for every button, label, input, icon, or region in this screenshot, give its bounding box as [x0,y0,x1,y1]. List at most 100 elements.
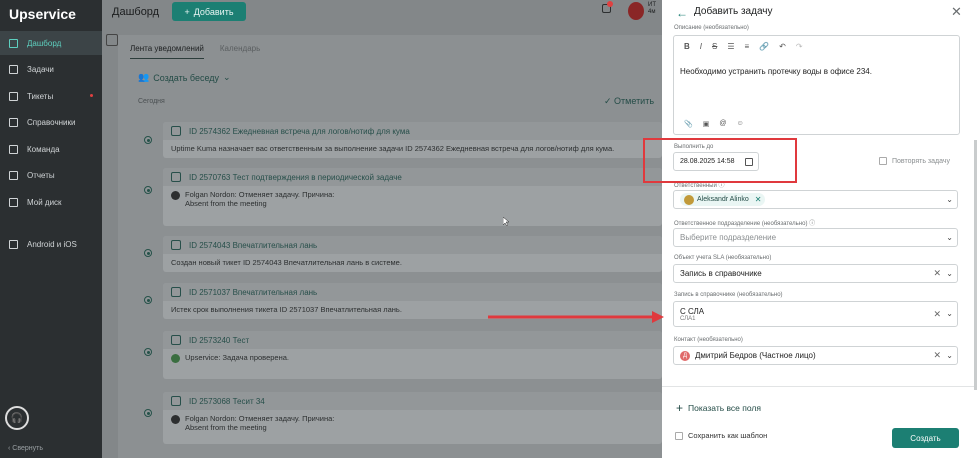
emoji-icon[interactable]: ☺ [736,120,743,128]
save-template-checkbox[interactable]: Сохранить как шаблон [675,431,767,440]
ticket-icon [171,240,181,250]
clear-icon[interactable]: ✕ [933,309,941,320]
task-icon [171,126,181,136]
italic-icon[interactable]: I [700,42,702,51]
show-all-fields-button[interactable]: + Показать все поля [676,401,761,415]
record-select[interactable]: С СЛА СЛА1 ✕ ⌄ [673,301,958,327]
team-icon [9,144,18,154]
card-title[interactable]: ID 2574362 Ежедневная встреча для логов/… [189,127,410,136]
chevron-down-icon: ⌄ [946,233,953,242]
back-arrow-icon[interactable]: ← [676,6,688,20]
topbar-right: ИТ 4м [598,0,662,22]
contact-select[interactable]: Д Дмитрий Бедров (Частное лицо) ✕ ⌄ [673,346,958,365]
tickets-icon [9,91,18,101]
sla-select[interactable]: Запись в справочнике ✕ ⌄ [673,264,958,283]
chevron-down-icon: ⌄ [946,195,953,204]
create-chat-button[interactable]: 👥 Создать беседу ⌄ [138,72,231,83]
description-text[interactable]: Необходимо устранить протечку воды в офи… [680,67,872,76]
chevron-down-icon: ⌄ [223,72,231,82]
checkbox[interactable] [879,157,887,165]
notification-badge [607,1,613,7]
sidebar-item-team[interactable]: Команда [0,137,102,161]
read-toggle-radio[interactable] [144,249,152,257]
feed-tabs: Лента уведомлений Календарь [130,44,260,59]
mark-read-button[interactable]: ✓ Отметить [604,96,654,107]
task-icon [171,335,181,345]
mobile-icon [9,239,18,249]
sidebar-item-directory[interactable]: Справочники [0,110,102,134]
reports-icon [9,170,18,180]
record-label: Запись в справочнике (необязательно) [674,292,783,298]
notification-card[interactable]: ID 2570763 Тест подтверждения в периодич… [163,168,662,226]
team-avatar[interactable] [628,2,644,20]
read-toggle-radio[interactable] [144,348,152,356]
close-icon[interactable]: ✕ [951,4,962,20]
user-label: ИТ 4м [648,2,656,15]
read-toggle-radio[interactable] [144,296,152,304]
clear-icon[interactable]: ✕ [933,350,941,361]
description-label: Описание (необязательно) [674,25,749,31]
department-select[interactable]: Выберите подразделение ⌄ [673,228,958,247]
assignee-chip[interactable]: Aleksandr Alinko ✕ [680,193,766,206]
image-icon[interactable]: ▣ [703,120,710,128]
card-title[interactable]: ID 2573240 Тест [189,336,249,345]
notification-card[interactable]: ID 2574362 Ежедневная встреча для логов/… [163,122,662,158]
bullet-list-icon[interactable]: ☰ [727,42,734,51]
create-button[interactable]: Создать [892,428,959,448]
undo-icon[interactable]: ↶ [779,42,786,51]
attach-icon[interactable]: 📎 [684,120,693,128]
annotation-highlight-box [643,138,797,183]
avatar: Д [680,350,690,361]
card-title[interactable]: ID 2574043 Впечатлительная лань [189,241,317,250]
avatar [171,415,180,424]
notification-card[interactable]: ID 2573240 Тест Upservice: Задача провер… [163,331,662,379]
mouse-cursor-icon [503,217,510,226]
tab-feed[interactable]: Лента уведомлений [130,44,204,59]
remove-chip-icon[interactable]: ✕ [755,195,762,204]
add-button[interactable]: + Добавить [172,2,246,21]
chevron-down-icon: ⌄ [946,351,953,360]
read-toggle-radio[interactable] [144,136,152,144]
redo-icon[interactable]: ↷ [796,42,803,51]
sidebar-item-reports[interactable]: Отчеты [0,163,102,187]
assignee-select[interactable]: Aleksandr Alinko ✕ ⌄ [673,190,958,209]
tab-calendar[interactable]: Календарь [220,44,260,59]
card-title[interactable]: ID 2570763 Тест подтверждения в периодич… [189,173,402,182]
sidebar-item-mobile[interactable]: Android и iOS [0,232,102,256]
collapse-sidebar-link[interactable]: ‹ Свернуть [8,445,43,452]
plus-icon: + [676,401,684,415]
description-editor[interactable]: B I S ☰ ≡ 🔗 ↶ ↷ Необходимо устранить про… [673,35,960,135]
card-title[interactable]: ID 2573068 Тесит 34 [189,397,265,406]
editor-toolbar: B I S ☰ ≡ 🔗 ↶ ↷ [684,42,803,51]
clear-icon[interactable]: ✕ [933,268,941,279]
strikethrough-icon[interactable]: S [712,42,717,51]
panel-toggle-icon[interactable] [106,34,118,46]
sidebar-item-tickets[interactable]: Тикеты [0,84,102,108]
repeat-task-checkbox[interactable]: Повторять задачу [879,157,950,165]
sidebar-item-dashboard[interactable]: Дашборд [0,31,102,55]
divider [662,386,974,387]
read-toggle-radio[interactable] [144,409,152,417]
directory-icon [9,117,18,127]
notification-card[interactable]: ID 2573068 Тесит 34 Folgan Nordon: Отмен… [163,392,662,444]
bold-icon[interactable]: B [684,42,690,51]
unread-dot [90,94,93,97]
sla-label: Объект учета SLA (необязательно) [674,255,772,261]
checkbox[interactable] [675,431,683,440]
plus-icon: + [184,6,190,17]
chevron-down-icon: ⌄ [946,269,953,278]
card-title[interactable]: ID 2571037 Впечатлительная лань [189,288,317,297]
notification-card[interactable]: ID 2574043 Впечатлительная лань Создан н… [163,236,662,272]
sidebar-item-tasks[interactable]: Задачи [0,57,102,81]
sidebar: Upservice Дашборд Задачи Тикеты Справочн… [0,0,102,458]
comment: Folgan Nordon: Отменяет задачу. Причина:… [171,414,654,432]
link-icon[interactable]: 🔗 [759,42,769,51]
support-headset-icon[interactable]: 🎧 [5,406,29,430]
sidebar-item-disk[interactable]: Мой диск [0,190,102,214]
read-toggle-radio[interactable] [144,186,152,194]
annotation-arrow-icon [488,311,664,323]
mention-icon[interactable]: @ [719,120,726,128]
avatar [684,194,694,205]
avatar [171,191,180,200]
numbered-list-icon[interactable]: ≡ [745,42,750,51]
